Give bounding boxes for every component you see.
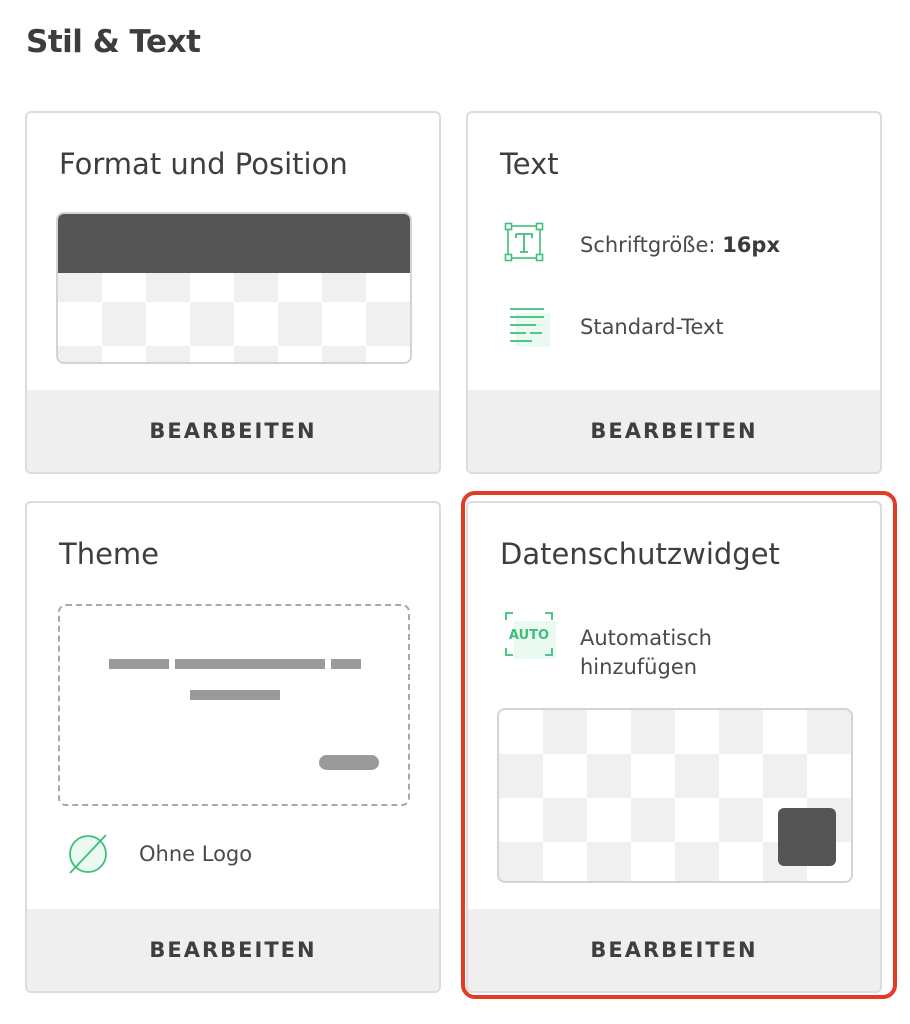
auto-add-label: Automatisch hinzufügen — [580, 624, 712, 682]
text-size-icon — [502, 219, 550, 267]
text-lines-icon — [506, 303, 550, 347]
privacy-widget-title: Datenschutzwidget — [500, 537, 780, 571]
format-preview — [56, 212, 412, 364]
widget-square — [778, 808, 836, 866]
theme-text-line — [109, 659, 169, 669]
theme-text-line — [175, 659, 325, 669]
banner-bar — [58, 214, 410, 273]
section-title: Stil & Text — [26, 24, 201, 60]
font-size-row: Schriftgröße: 16px — [580, 233, 780, 257]
auto-add-line2: hinzufügen — [580, 655, 698, 679]
font-size-value: 16px — [722, 233, 780, 257]
theme-card: Theme Ohne Logo BEARBEITEN — [25, 501, 441, 993]
logo-label: Ohne Logo — [139, 842, 253, 866]
theme-text-line — [190, 690, 280, 700]
font-size-label: Schriftgröße: — [580, 233, 716, 257]
format-edit-button[interactable]: BEARBEITEN — [27, 390, 439, 472]
format-position-card: Format und Position BEARBEITEN — [25, 111, 441, 474]
text-edit-button[interactable]: BEARBEITEN — [468, 390, 880, 472]
theme-edit-button[interactable]: BEARBEITEN — [27, 909, 439, 991]
theme-button-shape — [319, 755, 379, 770]
format-position-title: Format und Position — [59, 147, 348, 181]
auto-badge-text: AUTO — [509, 628, 549, 643]
theme-title: Theme — [59, 537, 160, 571]
no-logo-icon — [65, 831, 111, 877]
theme-text-line — [331, 659, 361, 669]
theme-preview — [58, 604, 410, 806]
auto-add-line1: Automatisch — [580, 626, 712, 650]
privacy-widget-card: Datenschutzwidget AUTO Automatisch hinzu… — [466, 501, 882, 993]
privacy-edit-button[interactable]: BEARBEITEN — [468, 909, 880, 991]
auto-icon: AUTO — [504, 611, 556, 659]
text-card: Text Schriftgröße: 16px Standard-Text BE… — [466, 111, 882, 474]
text-title: Text — [500, 147, 559, 181]
privacy-widget-preview — [497, 708, 853, 883]
text-style-label: Standard-Text — [580, 315, 724, 339]
